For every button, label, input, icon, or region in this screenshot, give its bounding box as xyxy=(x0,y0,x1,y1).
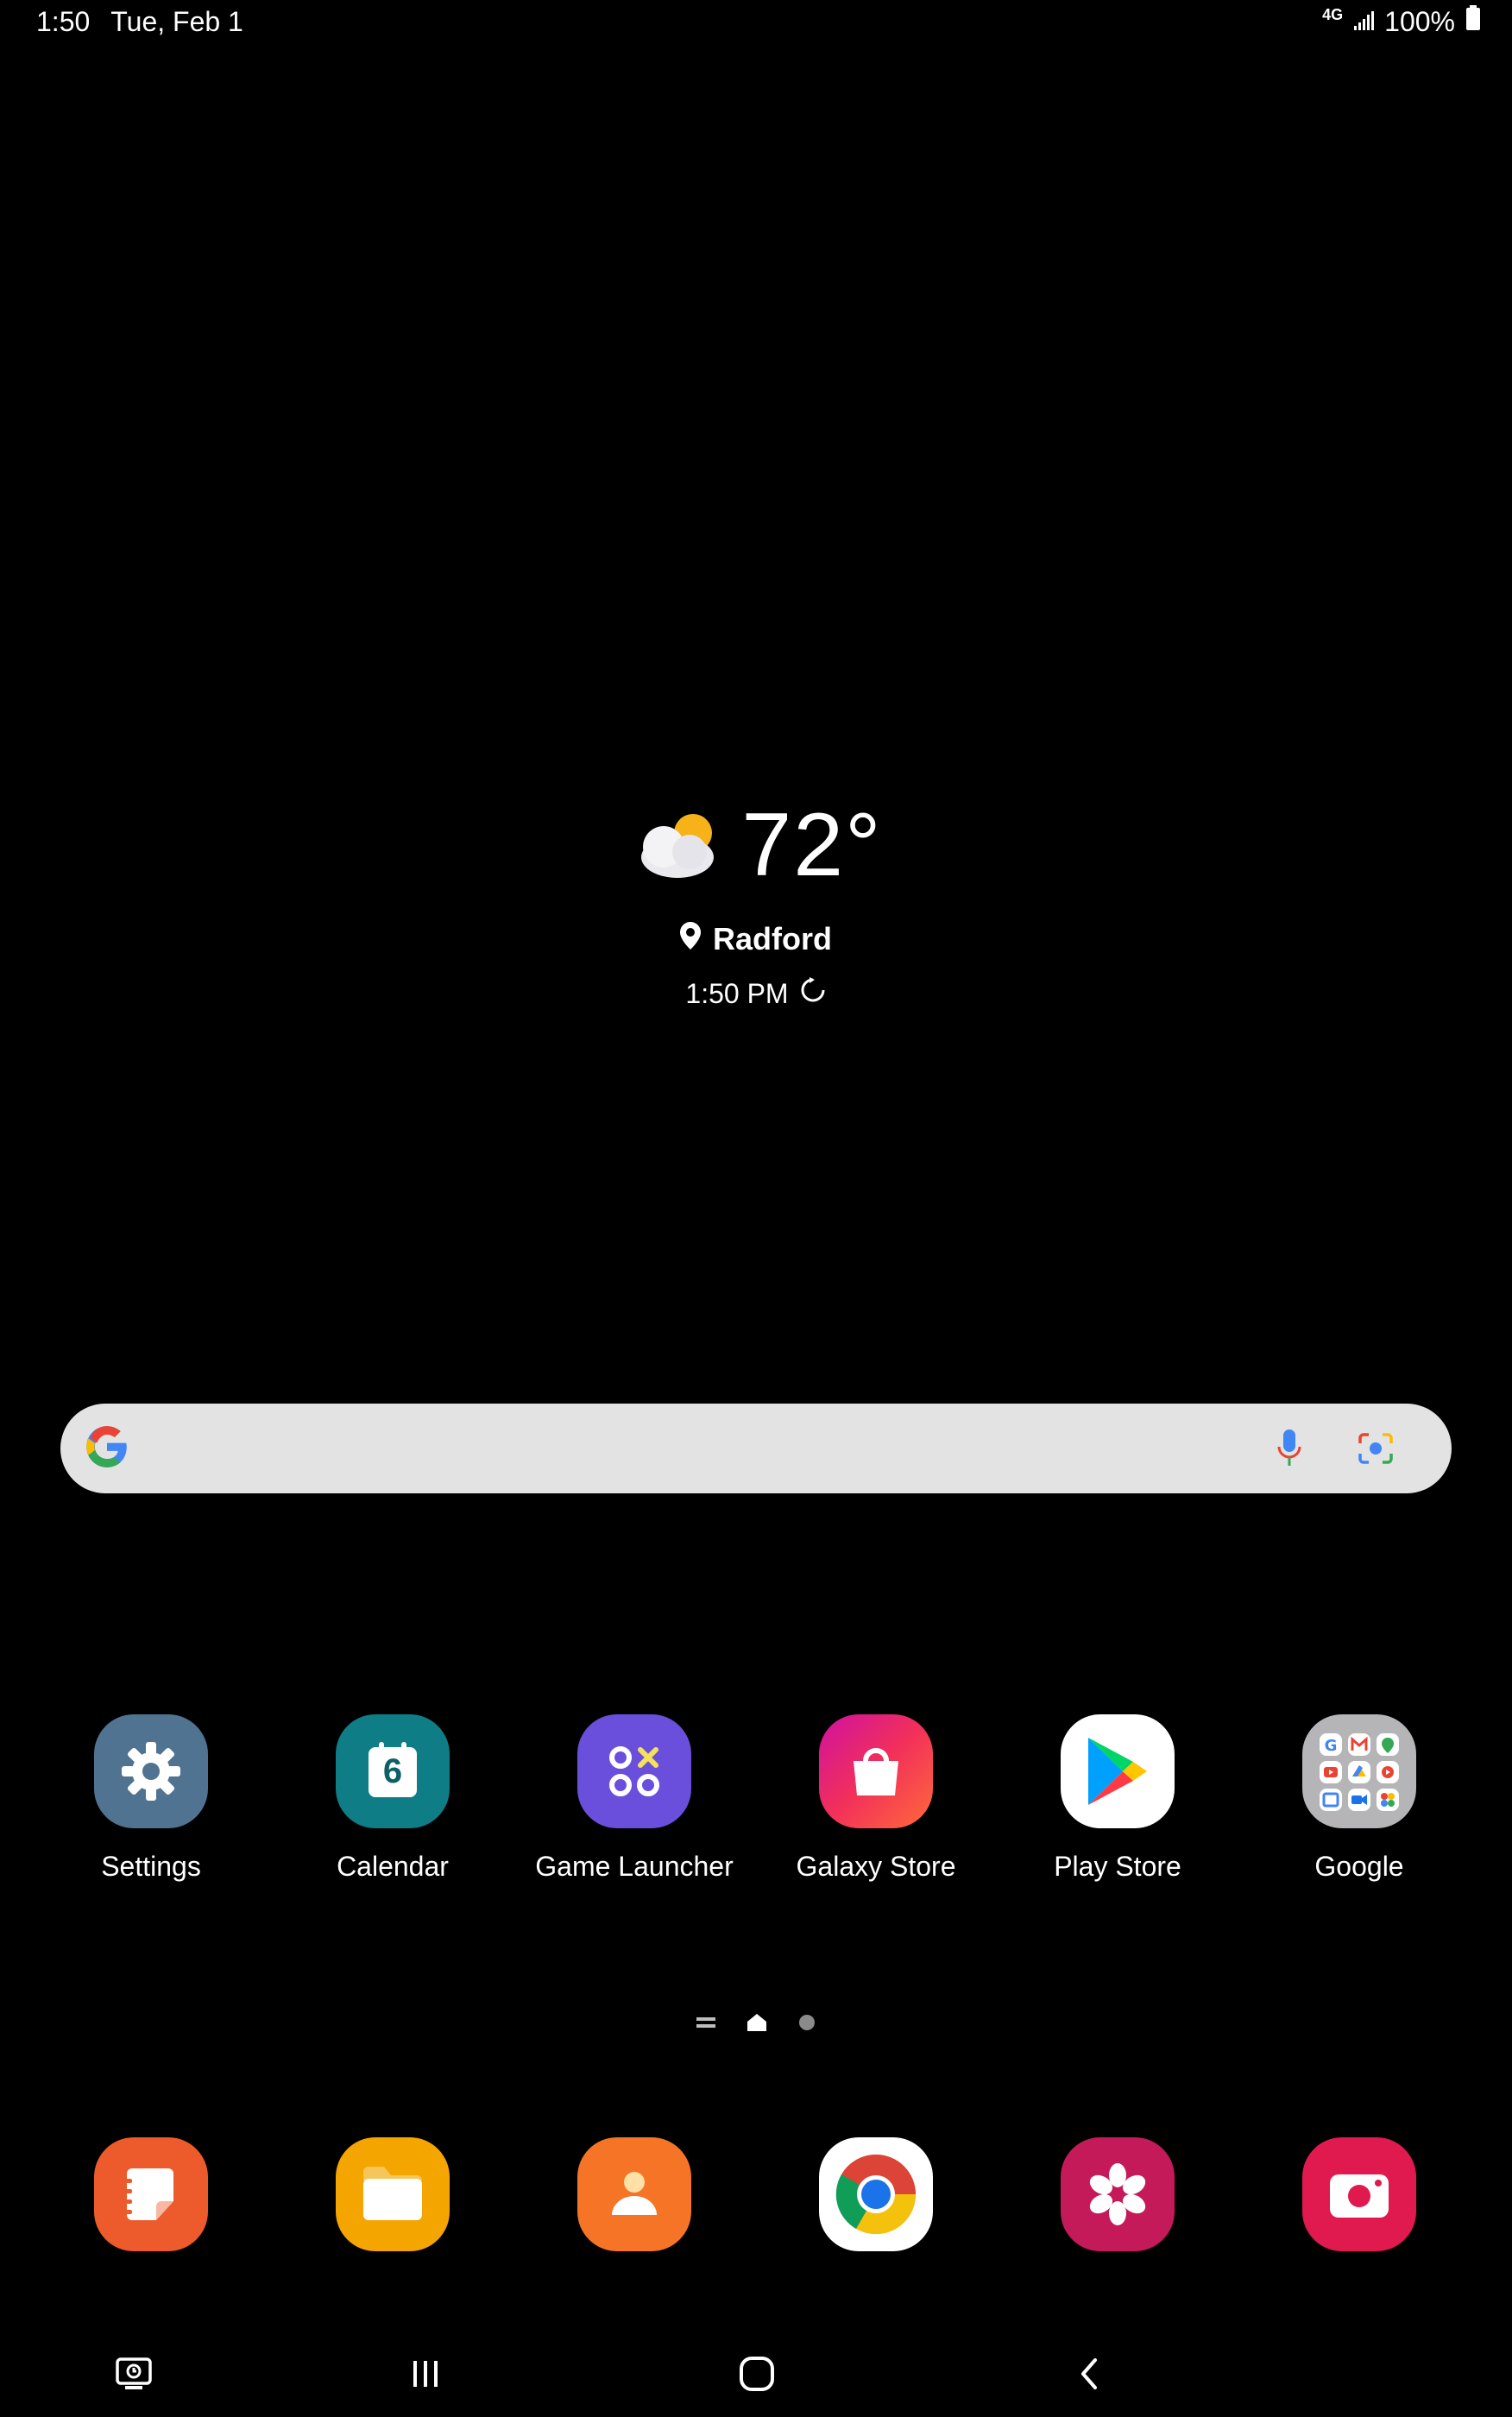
dock-contacts[interactable] xyxy=(513,2137,755,2251)
chrome-icon xyxy=(819,2137,933,2251)
screenshot-icon[interactable] xyxy=(108,2348,160,2400)
weather-temperature: 72° xyxy=(741,795,883,895)
samsung-notes-icon xyxy=(94,2137,208,2251)
app-galaxy-store[interactable]: Galaxy Store xyxy=(755,1714,997,1883)
status-date: Tue, Feb 1 xyxy=(110,5,243,37)
status-bar: 1:50 Tue, Feb 1 4G 100% xyxy=(0,0,1512,43)
app-label: Google xyxy=(1314,1851,1404,1882)
network-type: 4G xyxy=(1322,5,1344,23)
google-search-bar[interactable] xyxy=(60,1404,1452,1493)
signal-icon xyxy=(1353,6,1375,38)
back-icon[interactable] xyxy=(1063,2348,1115,2400)
dock-my-files[interactable] xyxy=(272,2137,513,2251)
gallery-icon xyxy=(1061,2137,1175,2251)
app-settings[interactable]: Settings xyxy=(30,1714,272,1883)
game-launcher-icon xyxy=(577,1714,691,1828)
folder-icon: G xyxy=(1302,1714,1416,1828)
recents-icon[interactable] xyxy=(400,2348,451,2400)
home-icon[interactable] xyxy=(731,2348,783,2400)
weather-location: Radford xyxy=(713,921,832,956)
play-store-icon xyxy=(1061,1714,1175,1828)
dock-chrome[interactable] xyxy=(755,2137,997,2251)
app-label: Play Store xyxy=(1054,1851,1181,1882)
app-label: Calendar xyxy=(337,1851,449,1882)
app-google-folder[interactable]: G Google xyxy=(1238,1714,1480,1883)
home-screen: 1:50 Tue, Feb 1 4G 100% 72° Radford 1:50… xyxy=(0,0,1512,2417)
dock-samsung-notes[interactable] xyxy=(30,2137,272,2251)
lens-camera-icon[interactable] xyxy=(1345,1417,1407,1480)
app-game-launcher[interactable]: Game Launcher xyxy=(513,1714,755,1883)
dock-gallery[interactable] xyxy=(997,2137,1238,2251)
status-time: 1:50 xyxy=(36,5,91,37)
page-indicator[interactable] xyxy=(0,2013,1512,2036)
refresh-icon[interactable] xyxy=(799,976,827,1011)
home-page-dot-icon[interactable] xyxy=(747,2013,767,2036)
google-g-icon xyxy=(85,1424,129,1474)
battery-icon xyxy=(1465,5,1481,38)
my-files-icon xyxy=(336,2137,450,2251)
contacts-icon xyxy=(577,2137,691,2251)
gear-icon xyxy=(94,1714,208,1828)
app-label: Settings xyxy=(101,1851,201,1882)
calendar-day: 6 xyxy=(382,1752,403,1790)
battery-percent: 100% xyxy=(1384,5,1455,37)
camera-icon xyxy=(1302,2137,1416,2251)
home-app-row: Settings Calendar 6 Game Launcher Galaxy… xyxy=(0,1714,1512,1922)
page-dot[interactable] xyxy=(798,2014,816,2035)
dock-camera[interactable] xyxy=(1238,2137,1480,2251)
partly-cloudy-icon xyxy=(629,807,724,884)
location-pin-icon xyxy=(680,921,701,957)
app-play-store[interactable]: Play Store xyxy=(997,1714,1238,1883)
menu-lines-icon[interactable] xyxy=(696,2015,715,2035)
navigation-bar xyxy=(0,2331,1512,2417)
dock xyxy=(0,2137,1512,2344)
svg-text:G: G xyxy=(1325,1737,1338,1755)
microphone-icon[interactable] xyxy=(1258,1417,1320,1480)
app-label: Game Launcher xyxy=(535,1851,734,1882)
weather-updated-time: 1:50 PM xyxy=(685,977,789,1009)
app-label: Galaxy Store xyxy=(796,1851,956,1882)
app-calendar[interactable]: Calendar 6 xyxy=(272,1714,513,1883)
shopping-bag-icon xyxy=(819,1714,933,1828)
weather-widget[interactable]: 72° Radford 1:50 PM xyxy=(0,794,1512,1011)
